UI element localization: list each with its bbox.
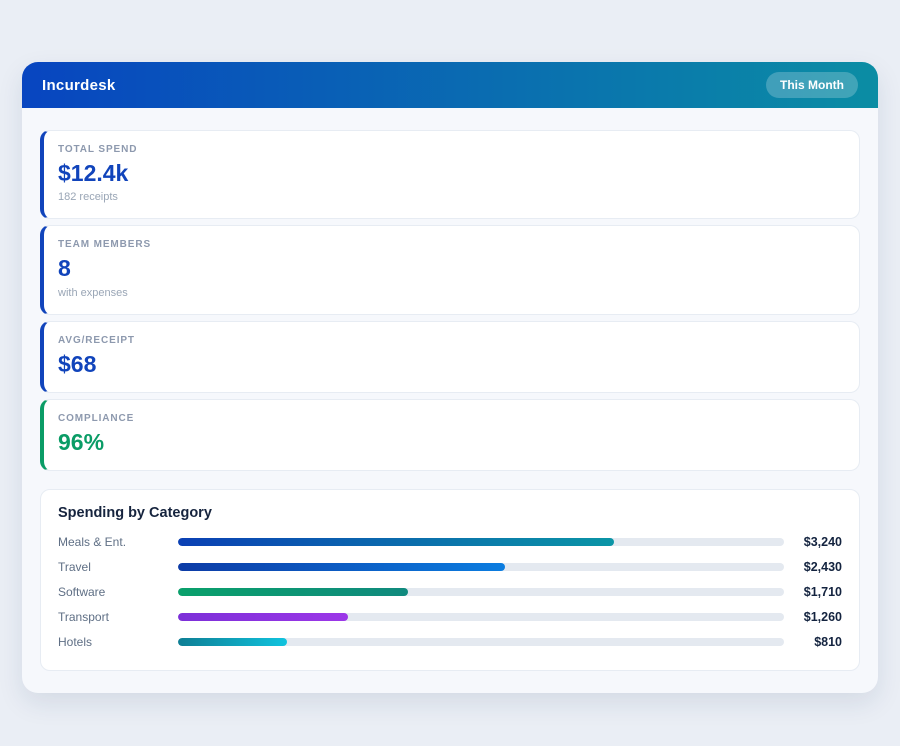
stat-value: $12.4k: [58, 161, 841, 186]
stat-card-team-members: TEAM MEMBERS 8 with expenses: [40, 225, 860, 314]
bar-fill: [178, 613, 348, 621]
stat-value: $68: [58, 352, 841, 377]
stat-card-avg-receipt: AVG/RECEIPT $68: [40, 321, 860, 393]
stat-label: TEAM MEMBERS: [58, 239, 841, 250]
bar-fill: [178, 563, 505, 571]
stat-label: AVG/RECEIPT: [58, 335, 841, 346]
app-title: Incurdesk: [42, 77, 116, 94]
bar-track: [178, 588, 784, 596]
bar-track: [178, 638, 784, 646]
app-header: Incurdesk This Month: [22, 62, 878, 108]
stat-card-total-spend: TOTAL SPEND $12.4k 182 receipts: [40, 130, 860, 219]
chart-row-software: Software $1,710: [58, 579, 842, 604]
bar-fill: [178, 538, 614, 546]
stat-label: COMPLIANCE: [58, 413, 841, 424]
stat-subtext: with expenses: [58, 287, 841, 299]
spending-chart-card: Spending by Category Meals & Ent. $3,240 T…: [40, 489, 860, 671]
bar-track: [178, 563, 784, 571]
dashboard-panel: Incurdesk This Month TOTAL SPEND $12.4k 18…: [22, 62, 878, 693]
bar-track: [178, 613, 784, 621]
bar-value: $810: [784, 635, 842, 649]
bar-fill: [178, 588, 408, 596]
chart-rows: Meals & Ent. $3,240 Travel $2,430 Software $1…: [58, 529, 842, 654]
stat-value: 96%: [58, 430, 841, 455]
bar-value: $1,260: [784, 610, 842, 624]
stat-subtext: 182 receipts: [58, 191, 841, 203]
period-badge[interactable]: This Month: [766, 72, 858, 98]
bar-value: $1,710: [784, 585, 842, 599]
chart-row-meals-ent-: Meals & Ent. $3,240: [58, 529, 842, 554]
stat-card-compliance: COMPLIANCE 96%: [40, 399, 860, 471]
bar-fill: [178, 638, 287, 646]
chart-row-transport: Transport $1,260: [58, 604, 842, 629]
bar-value: $2,430: [784, 560, 842, 574]
bar-value: $3,240: [784, 535, 842, 549]
category-label: Hotels: [58, 635, 178, 649]
chart-row-hotels: Hotels $810: [58, 629, 842, 654]
category-label: Meals & Ent.: [58, 535, 178, 549]
stat-value: 8: [58, 256, 841, 281]
stats-list: TOTAL SPEND $12.4k 182 receipts TEAM MEMBER…: [22, 130, 878, 471]
chart-row-travel: Travel $2,430: [58, 554, 842, 579]
chart-title: Spending by Category: [58, 505, 842, 521]
stat-label: TOTAL SPEND: [58, 144, 841, 155]
category-label: Transport: [58, 610, 178, 624]
bar-track: [178, 538, 784, 546]
category-label: Software: [58, 585, 178, 599]
category-label: Travel: [58, 560, 178, 574]
